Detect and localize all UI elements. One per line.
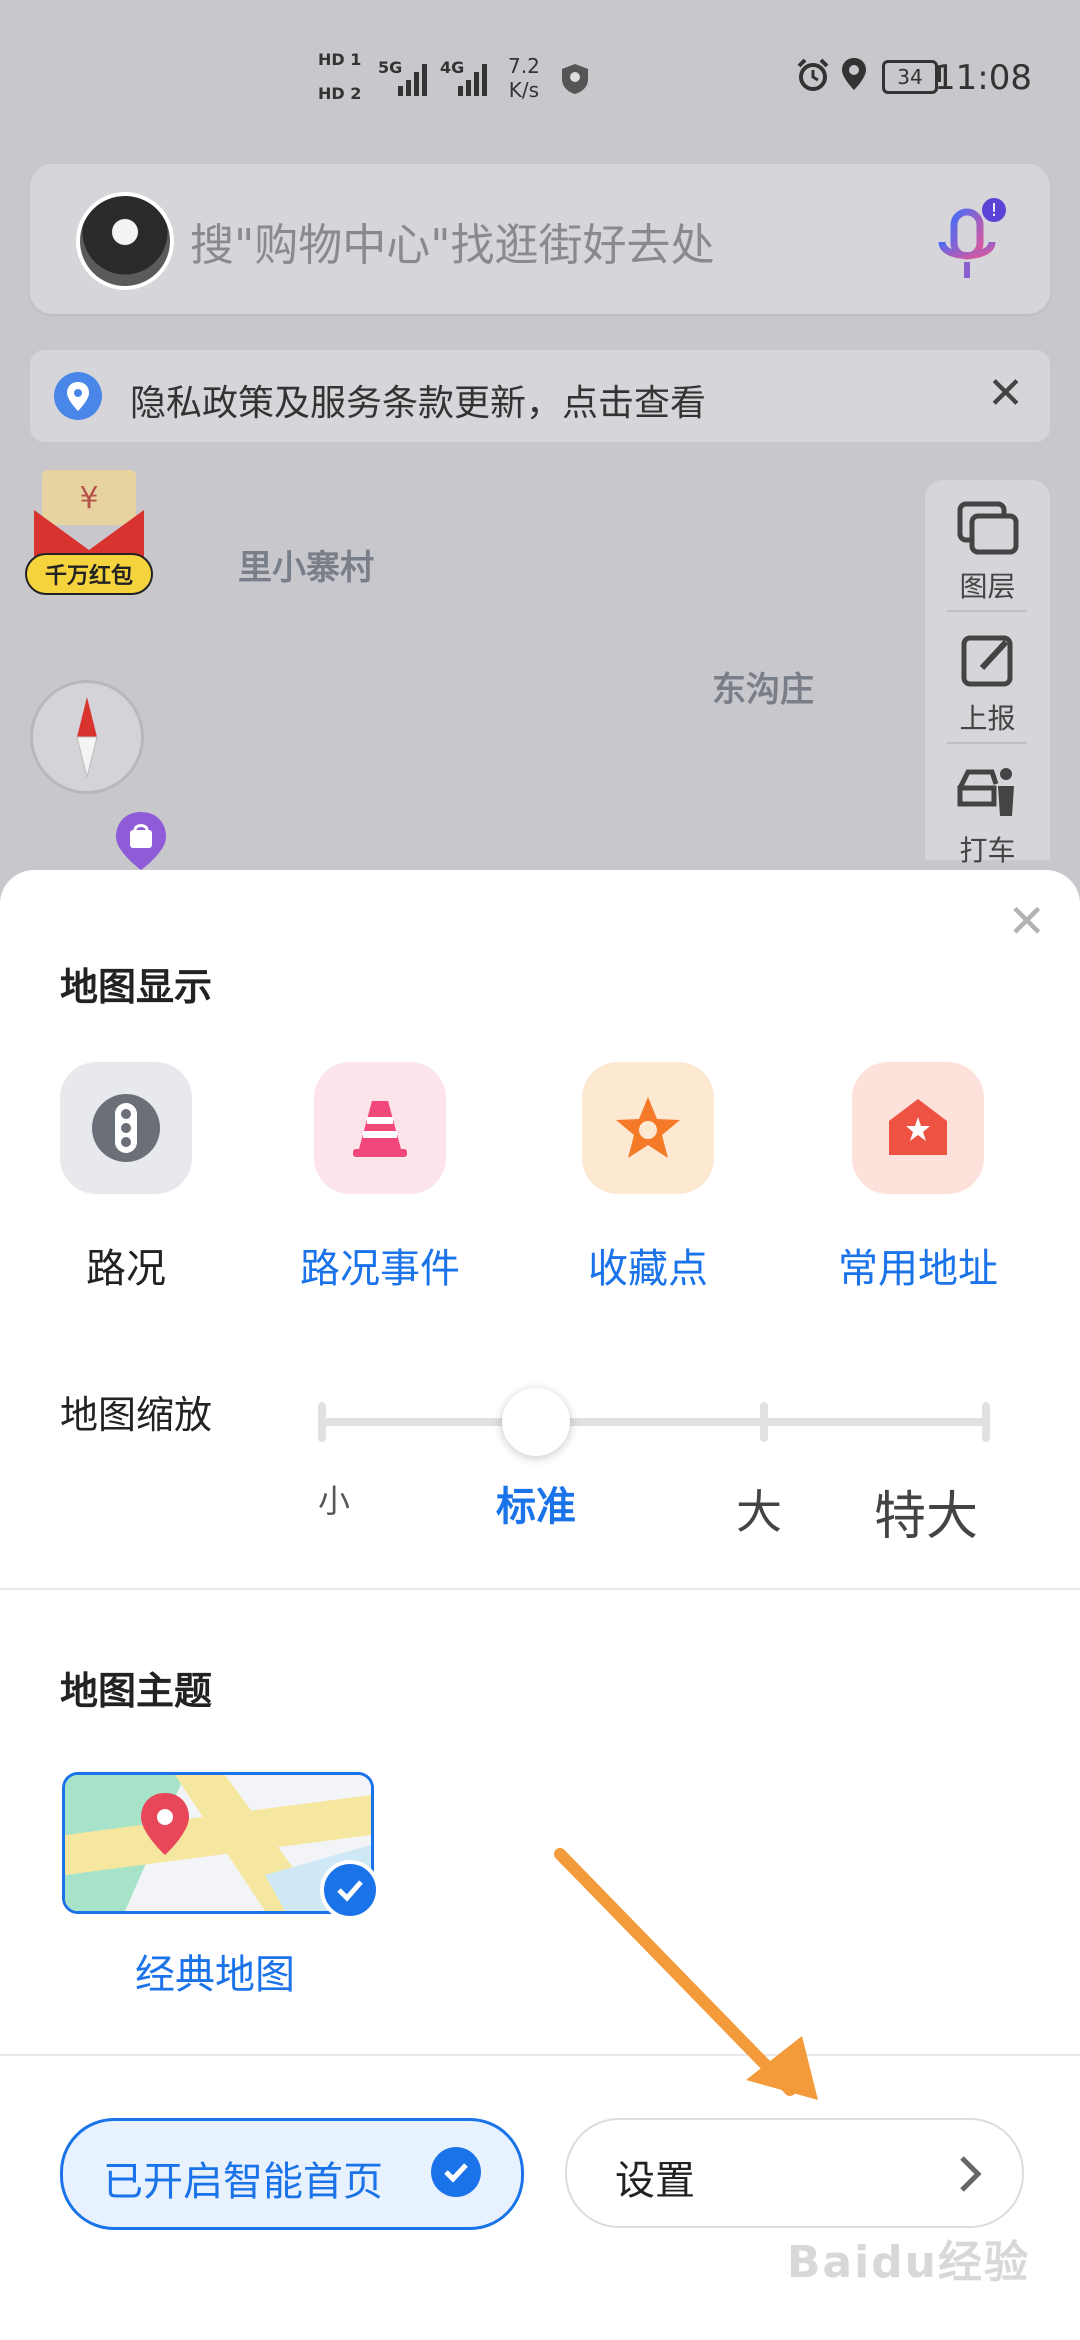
privacy-notice-banner[interactable]: 隐私政策及服务条款更新，点击查看 ✕ [30,350,1050,442]
option-label: 路况 [86,1246,166,1292]
divider [947,742,1027,744]
report-label: 上报 [959,702,1016,735]
close-icon[interactable]: ✕ [987,368,1024,419]
layers-button[interactable]: 图层 [925,500,1050,605]
compass-icon [76,697,98,778]
svg-text:!: ! [990,200,997,221]
shopping-poi-marker[interactable] [114,810,168,872]
traffic-light-icon [60,1062,192,1194]
search-bar[interactable]: 搜"购物中心"找逛街好去处 ! [30,164,1050,314]
network-speed: 7.2 K/s [508,54,540,102]
map-view[interactable]: 里小寨村 东沟庄 ¥ 千万红包 [0,0,1080,900]
report-button[interactable]: 上报 [925,632,1050,737]
star-icon [582,1062,714,1194]
option-favorites[interactable]: 收藏点 [538,1062,758,1294]
option-traffic-event[interactable]: 路况事件 [270,1062,490,1294]
signal-icon [458,64,487,96]
zoom-title: 地图缩放 [60,1393,213,1437]
network-speed-unit: K/s [508,78,540,102]
zoom-level-small[interactable]: 小 [318,1476,350,1522]
red-packet-label: 千万红包 [44,564,133,589]
avatar[interactable] [76,192,174,290]
edit-icon [961,635,1012,687]
location-icon [842,58,866,90]
taxi-label: 打车 [959,834,1016,867]
compass-button[interactable] [30,680,144,794]
zoom-level-xlarge[interactable]: 特大 [874,1474,978,1549]
red-packet-button[interactable]: ¥ 千万红包 [24,470,154,600]
option-label: 路况事件 [300,1246,460,1292]
option-label: 收藏点 [588,1246,708,1292]
voice-search-icon[interactable]: ! [930,198,1010,288]
chevron-right-icon [960,2156,982,2192]
layers-icon [957,501,1018,555]
slider-track [318,1418,990,1426]
home-icon [852,1062,984,1194]
signal-icon [398,64,427,96]
shopping-bag-icon [116,812,166,870]
svg-text:¥: ¥ [79,481,98,516]
shield-icon [562,64,588,94]
smart-home-toggle[interactable]: 已开启智能首页 [60,2118,524,2230]
map-tools-panel: 图层 上报 打车 [925,480,1050,867]
option-traffic[interactable]: 路况 [16,1062,236,1294]
hd2-indicator: HD 2 [318,84,362,103]
settings-button[interactable]: 设置 [565,2118,1024,2228]
check-icon [431,2147,481,2197]
theme-classic-label[interactable]: 经典地图 [62,1942,368,2000]
traffic-cone-icon [314,1062,446,1194]
battery-level: 34 [897,65,923,89]
battery-indicator: 34 [882,60,938,94]
slider-thumb[interactable] [502,1388,570,1456]
settings-label: 设置 [615,2158,695,2204]
selected-check-icon [320,1860,380,1920]
map-label-village: 里小寨村 [238,548,374,588]
divider [0,1588,1080,1590]
status-bar: HD 1 HD 2 5G 4G 7.2 K/s 34 11:08 [0,40,1080,120]
map-label-village: 东沟庄 [712,670,814,710]
zoom-level-large[interactable]: 大 [736,1476,782,1542]
slider-tick [318,1402,326,1442]
section-title: 地图主题 [60,1669,213,1713]
search-input[interactable]: 搜"购物中心"找逛街好去处 [190,209,714,273]
location-pin-icon [54,372,102,420]
taxi-button[interactable]: 打车 [925,764,1050,869]
slider-tick [982,1402,990,1442]
network-speed-value: 7.2 [508,54,540,78]
privacy-notice-text: 隐私政策及服务条款更新，点击查看 [130,383,707,424]
alarm-icon [797,58,829,91]
clock: 11:08 [934,58,1032,98]
zoom-slider[interactable] [318,1388,990,1456]
annotation-arrow-icon [554,1848,818,2100]
smart-home-label: 已开启智能首页 [103,2159,383,2205]
slider-tick [760,1402,768,1442]
section-title: 地图显示 [60,965,213,1009]
divider [947,610,1027,612]
option-label: 常用地址 [838,1246,998,1292]
option-common-address[interactable]: 常用地址 [808,1062,1028,1294]
taxi-icon [957,768,1014,816]
layers-label: 图层 [959,570,1016,603]
watermark: Baidu经验 [786,2237,1030,2288]
close-icon[interactable]: ✕ [1007,894,1046,948]
zoom-level-standard[interactable]: 标准 [496,1474,576,1532]
hd1-indicator: HD 1 [318,50,362,69]
